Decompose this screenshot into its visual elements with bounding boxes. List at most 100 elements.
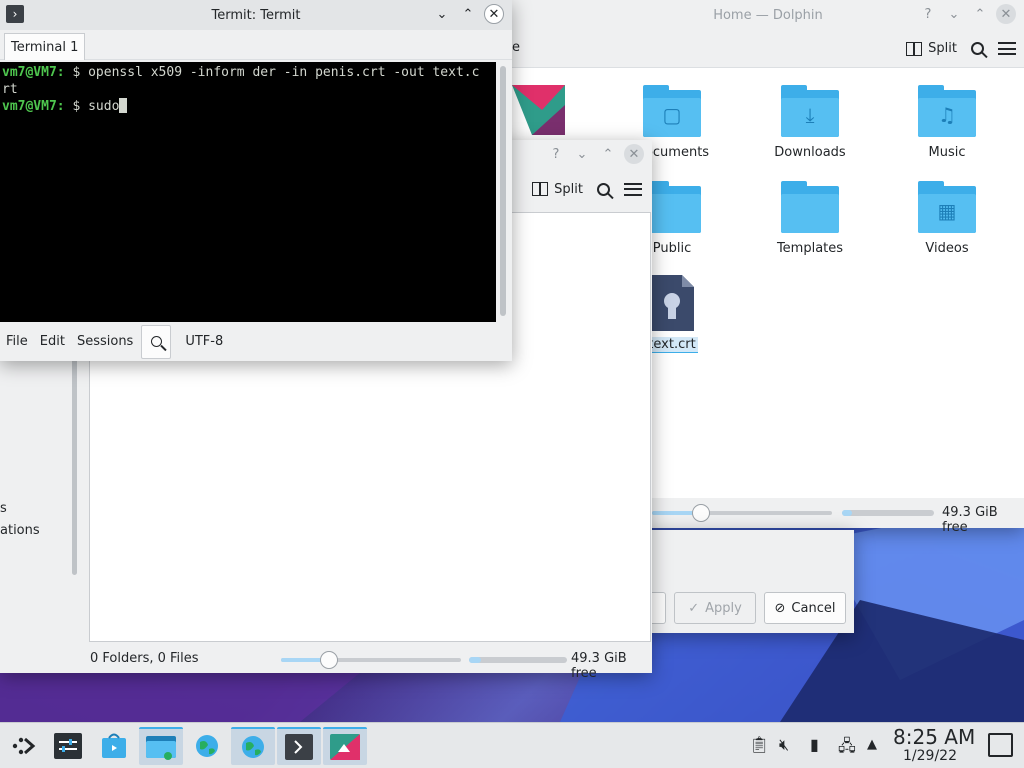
cancel-icon: ⊘ [774,600,786,616]
taskbar-image-viewer[interactable] [323,727,367,765]
split-icon [906,41,923,56]
search-icon[interactable] [971,42,984,55]
folder-label: Videos [925,241,969,256]
apply-label: Apply [705,600,742,616]
folder-icon [781,181,839,233]
terminal-prompt: vm7@VM7: [2,65,65,80]
tab-label: Terminal 1 [11,39,79,55]
dolphin-main-titlebar[interactable]: Home — Dolphin ? ⌄ ⌃ ✕ [512,0,1024,30]
minimize-icon[interactable]: ⌄ [572,144,592,164]
minimize-icon[interactable]: ⌄ [432,4,452,24]
file-manager-icon [146,736,176,760]
sidebar-scrollbar[interactable] [72,356,77,575]
taskbar: 📋︎ 🔇︎ ▮ 🖧︎ ▲ [0,722,1024,768]
terminal-icon [285,734,313,760]
folder-downloads[interactable]: ⤓ Downloads [755,85,865,160]
taskbar-browser[interactable] [185,727,229,765]
taskbar-settings[interactable] [46,727,90,765]
split-button[interactable]: Split [532,182,583,197]
folder-label: Downloads [774,145,846,160]
termit-title: Termit: Termit [211,7,301,23]
folder-label: Music [928,145,966,160]
dolphin-secondary-statusbar: 0 Folders, 0 Files 49.3 GiB free [0,643,652,681]
free-space-bar [469,657,567,663]
terminal-search-button[interactable] [141,324,172,359]
terminal-app-icon[interactable]: › [6,5,24,23]
menu-file[interactable]: File [0,334,34,349]
minimize-icon[interactable]: ⌄ [944,4,964,24]
close-icon[interactable]: ✕ [484,4,504,24]
folder-videos[interactable]: ▦ Videos [892,181,1002,256]
folder-templates[interactable]: Templates [755,181,865,256]
split-label: Split [928,41,957,56]
termit-titlebar[interactable]: › Termit: Termit ⌄ ⌃ ✕ [0,0,512,30]
apply-button[interactable]: ✓ Apply [674,592,756,624]
terminal-line: vm7@VM7: $ sudo [2,98,496,115]
terminal-scrollbar[interactable] [500,66,506,316]
settings-icon [54,733,82,759]
check-icon: ✓ [688,600,700,616]
volume-muted-icon[interactable]: 🔇︎ [779,735,789,755]
zoom-slider[interactable] [652,504,832,522]
split-label: Split [554,181,583,197]
maximize-icon[interactable]: ⌃ [458,4,478,24]
taskbar-browser-active[interactable] [231,727,275,765]
zoom-slider-handle[interactable] [320,651,338,669]
clipboard-icon[interactable]: 📋︎ [749,735,769,754]
terminal-line: rt [2,81,496,98]
terminal-command: rt [2,82,18,97]
taskbar-terminal[interactable] [277,727,321,765]
tab-terminal-1[interactable]: Terminal 1 [4,33,86,60]
search-icon[interactable] [597,182,610,196]
zoom-slider-handle[interactable] [692,504,710,522]
help-icon[interactable]: ? [546,144,566,164]
termit-window[interactable]: › Termit: Termit ⌄ ⌃ ✕ Terminal 1 vm7@VM… [0,0,512,361]
terminal-cursor [119,98,128,113]
terminal-tabbar: Terminal 1 [0,30,512,60]
terminal-output[interactable]: vm7@VM7: $ openssl x509 -inform der -in … [0,62,496,322]
help-icon[interactable]: ? [918,4,938,24]
image-thumbnail[interactable] [512,85,565,135]
store-icon [102,733,126,758]
globe-icon [242,736,264,758]
taskbar-discover[interactable] [92,727,136,765]
terminal-line: vm7@VM7: $ openssl x509 -inform der -in … [2,64,496,81]
taskbar-dolphin[interactable] [139,727,183,765]
expand-tray-icon[interactable]: ▲ [867,737,877,752]
terminal-command: $ openssl x509 -inform der -in penis.crt… [64,65,480,80]
zoom-slider[interactable] [281,651,461,669]
close-icon[interactable]: ✕ [996,4,1016,24]
menu-icon[interactable] [998,42,1016,55]
sidebar-item[interactable]: ations [0,523,40,538]
close-icon[interactable]: ✕ [624,144,644,164]
certificate-icon [650,275,694,331]
cancel-label: Cancel [791,600,836,616]
split-icon [532,182,549,196]
clock-date[interactable]: 1/29/22 [903,748,957,764]
maximize-icon[interactable]: ⌃ [970,4,990,24]
sidebar-item[interactable]: s [0,501,7,516]
menu-icon[interactable] [624,182,642,196]
properties-dialog[interactable]: ✓ Apply ⊘ Cancel [640,530,854,633]
free-space-bar [842,510,934,516]
encoding-label[interactable]: UTF-8 [175,334,229,349]
network-icon[interactable]: 🖧︎ [838,735,856,762]
search-icon [150,336,162,347]
menu-edit[interactable]: Edit [34,334,71,349]
launcher-icon [12,737,36,755]
clock-time[interactable]: 8:25 AM [893,725,975,749]
globe-icon [196,735,218,757]
split-button[interactable]: Split [906,41,957,56]
dolphin-main-toolbar: Split [512,30,1024,68]
menu-sessions[interactable]: Sessions [71,334,139,349]
music-icon: ♫ [918,85,976,137]
file-label: text.crt [646,337,698,353]
folder-music[interactable]: ♫ Music [892,85,1002,160]
maximize-icon[interactable]: ⌃ [598,144,618,164]
cancel-button[interactable]: ⊘ Cancel [764,592,846,624]
show-desktop-button[interactable] [988,733,1013,757]
free-space-text: 49.3 GiB free [571,651,627,681]
usb-device-icon[interactable]: ▮ [810,735,819,754]
image-viewer-icon [330,734,360,760]
app-launcher[interactable] [2,727,46,765]
